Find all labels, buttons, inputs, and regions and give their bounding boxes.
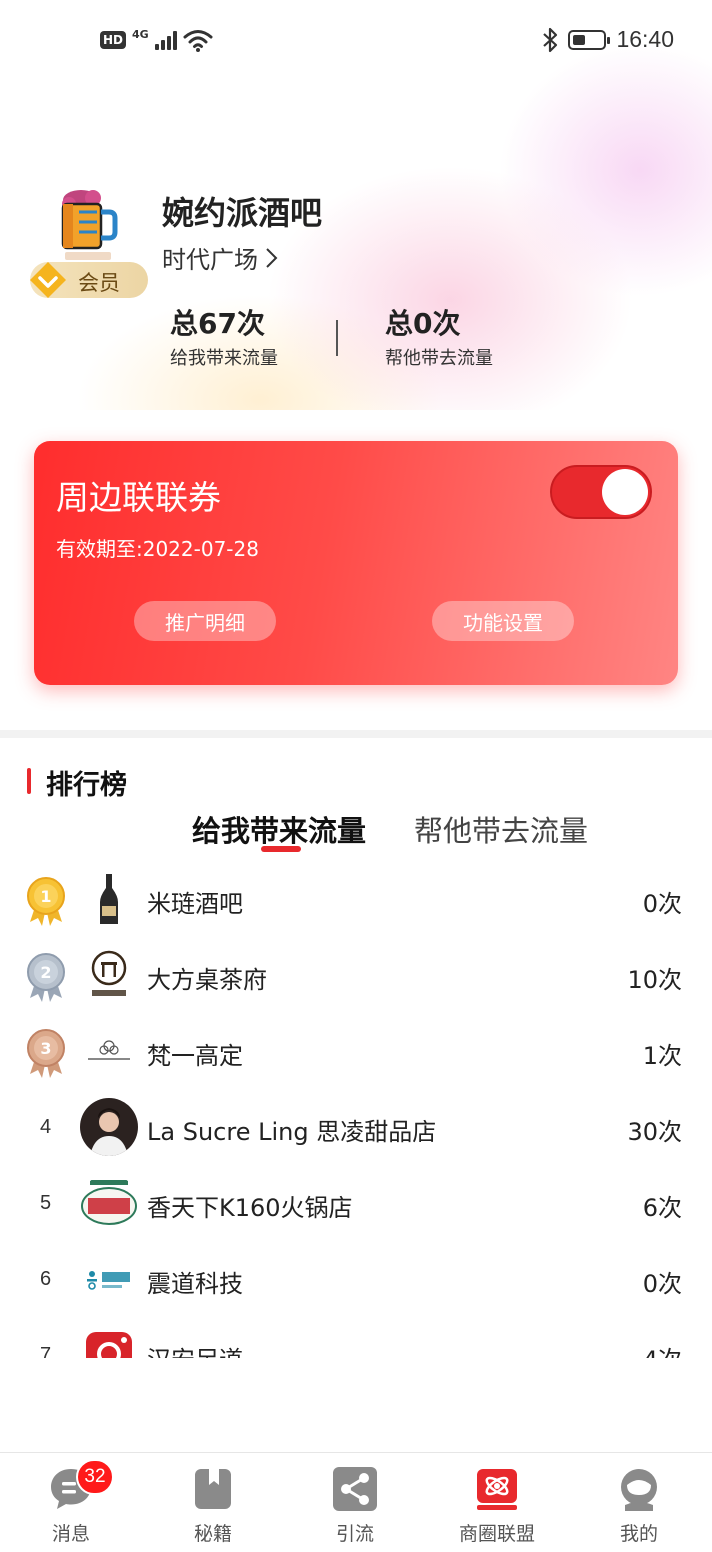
coupon-expiry: 有效期至:2022-07-28	[56, 537, 259, 561]
battery-level	[573, 34, 586, 45]
rank-shop-name: 汉安足道	[147, 1340, 243, 1358]
clock: 16:40	[616, 26, 674, 52]
signal-icon	[154, 30, 177, 50]
bluetooth-icon	[543, 27, 558, 52]
rank-number: 5	[40, 1192, 52, 1214]
hd-badge: HD	[100, 31, 127, 49]
rank-count: 6次	[642, 1194, 682, 1222]
list-item[interactable]: 2 大方桌茶府 10次	[0, 938, 712, 1014]
beer-mug-logo-icon[interactable]	[55, 186, 119, 268]
member-label: 会员	[78, 271, 120, 295]
rank-shop-name: 梵一高定	[147, 1042, 243, 1070]
tab-outgoing-traffic[interactable]: 帮他带去流量	[414, 808, 588, 850]
champagne-bottle-icon	[80, 870, 138, 928]
stat-divider	[336, 320, 338, 356]
rank-count: 1次	[642, 1042, 682, 1070]
dafang-tea-logo-icon	[80, 946, 138, 1004]
list-item[interactable]: 7 汉安足道 4次	[0, 1318, 712, 1358]
status-bar: HD 4G 16:40	[0, 0, 712, 84]
share-icon	[333, 1467, 377, 1511]
rank-shop-name: 米琏酒吧	[147, 890, 243, 918]
nav-item-guide[interactable]: 秘籍	[142, 1453, 284, 1552]
stat-incoming-value: 总67次	[170, 307, 265, 340]
rank-count: 0次	[642, 890, 682, 918]
nav-label: 商圈联盟	[458, 1523, 535, 1545]
tab-incoming-traffic[interactable]: 给我带来流量	[192, 808, 366, 850]
profile-icon	[621, 1469, 657, 1511]
stat-incoming-label: 给我带来流量	[170, 348, 278, 369]
nav-item-traffic[interactable]: 引流	[284, 1453, 426, 1552]
status-right: 16:40	[542, 26, 674, 53]
stat-outgoing-value: 总0次	[385, 307, 461, 340]
location-label: 时代广场	[162, 246, 258, 274]
list-item[interactable]: 3 梵一高定 1次	[0, 1014, 712, 1090]
nav-label: 消息	[51, 1523, 90, 1545]
svg-text:2: 2	[40, 963, 51, 982]
rank-count: 4次	[643, 1340, 682, 1358]
battery-icon	[568, 29, 611, 50]
fanyi-logo-icon	[80, 1022, 138, 1080]
diamond-icon	[30, 262, 66, 298]
svg-text:1: 1	[40, 887, 51, 906]
network-type: 4G	[132, 27, 149, 41]
book-icon	[195, 1469, 231, 1509]
rank-number: 6	[40, 1268, 52, 1290]
stat-incoming[interactable]: 总67次 给我带来流量	[170, 306, 278, 370]
ranking-heading: 排行榜	[46, 770, 127, 801]
nav-label: 我的	[619, 1523, 658, 1545]
alliance-icon	[477, 1469, 517, 1510]
hanan-logo-icon	[80, 1326, 138, 1358]
shop-name: 婉约派酒吧	[162, 194, 323, 232]
list-item[interactable]: 6 震道科技 0次	[0, 1242, 712, 1318]
nav-label: 秘籍	[193, 1523, 232, 1545]
rank-shop-name: 震道科技	[147, 1270, 243, 1298]
function-settings-button[interactable]: 功能设置	[432, 601, 574, 641]
hotpot-logo-icon	[80, 1174, 138, 1232]
rank-count: 10次	[627, 966, 682, 994]
stat-outgoing-label: 帮他带去流量	[385, 348, 493, 369]
zhendao-logo-icon	[80, 1250, 138, 1308]
nav-item-profile[interactable]: 我的	[568, 1453, 710, 1552]
rank-number: 7	[40, 1344, 52, 1358]
nav-item-alliance[interactable]: 商圈联盟	[426, 1453, 568, 1552]
list-item[interactable]: 1 米琏酒吧 0次	[0, 862, 712, 938]
location-link[interactable]: 时代广场	[162, 240, 278, 275]
nav-label: 引流	[335, 1523, 374, 1545]
silver-medal-icon: 2	[27, 953, 65, 1002]
svg-text:3: 3	[40, 1039, 51, 1058]
wifi-icon	[183, 30, 213, 52]
section-divider	[0, 730, 712, 738]
member-badge[interactable]: 会员	[30, 262, 148, 298]
coupon-card: 周边联联券 有效期至:2022-07-28 推广明细 功能设置	[34, 441, 678, 685]
rank-number: 4	[40, 1116, 52, 1138]
rank-count: 0次	[642, 1270, 682, 1298]
ranking-list: 1 米琏酒吧 0次 2 大方桌茶府 10次 3 梵一高定 1次 4 La Suc…	[0, 862, 712, 1358]
toggle-knob	[602, 469, 648, 515]
unread-badge: 32	[76, 1459, 114, 1495]
rank-count: 30次	[627, 1118, 682, 1146]
bottom-nav: 消息 32 秘籍 引流 商圈联盟 我的	[0, 1452, 712, 1552]
coupon-toggle[interactable]	[550, 465, 652, 519]
rank-shop-name: 香天下K160火锅店	[147, 1194, 353, 1222]
ranking-accent-bar	[27, 768, 31, 794]
promotion-detail-button[interactable]: 推广明细	[134, 601, 276, 641]
tab-active-underline	[261, 846, 301, 852]
nav-item-messages[interactable]: 消息 32	[0, 1453, 142, 1552]
status-left: HD 4G	[100, 28, 213, 52]
stat-outgoing[interactable]: 总0次 帮他带去流量	[385, 306, 493, 370]
chevron-right-icon	[266, 247, 278, 268]
rank-shop-name: La Sucre Ling 思凌甜品店	[147, 1118, 437, 1146]
person-photo-icon	[80, 1098, 138, 1156]
rank-shop-name: 大方桌茶府	[147, 966, 267, 994]
coupon-title: 周边联联券	[56, 478, 221, 517]
bronze-medal-icon: 3	[27, 1029, 65, 1078]
gold-medal-icon: 1	[27, 877, 65, 926]
list-item[interactable]: 5 香天下K160火锅店 6次	[0, 1166, 712, 1242]
list-item[interactable]: 4 La Sucre Ling 思凌甜品店 30次	[0, 1090, 712, 1166]
